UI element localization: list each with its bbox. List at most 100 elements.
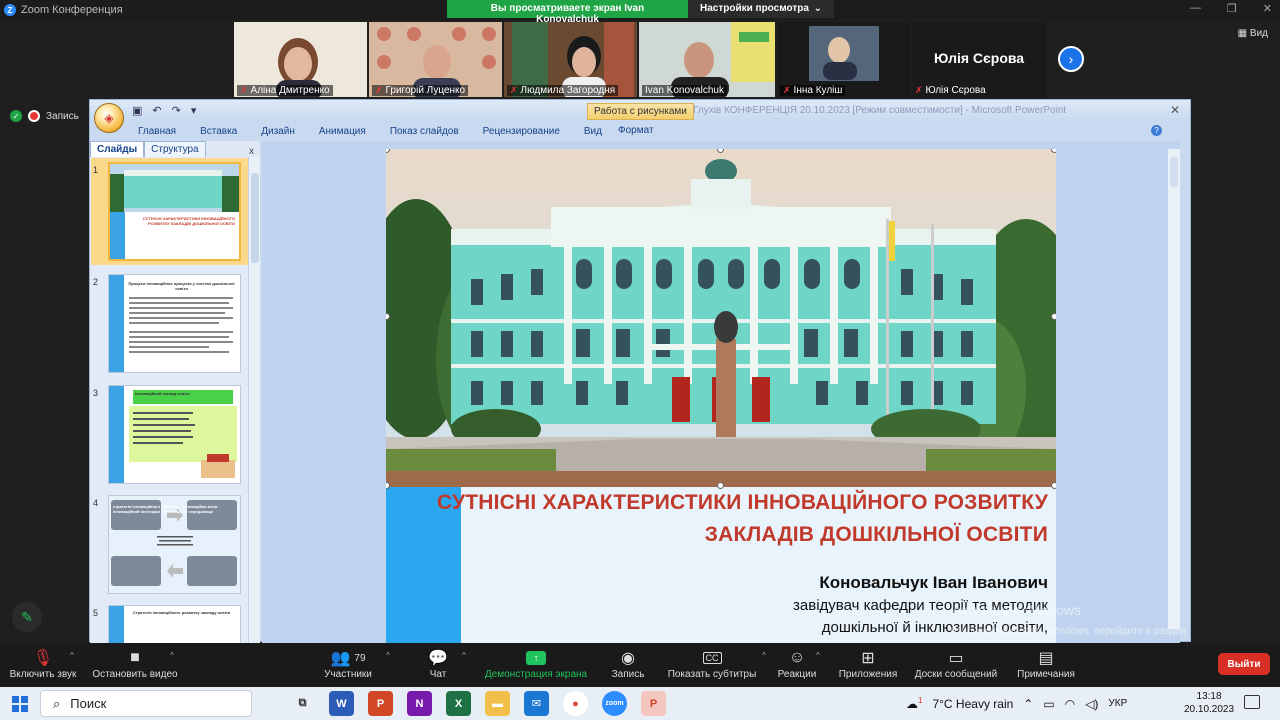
stop-video-button[interactable]: ■ Остановить видео (90, 647, 180, 680)
whiteboards-button[interactable]: ▭ Доски сообщений (910, 647, 1002, 680)
minimize-icon[interactable]: — (1190, 2, 1201, 15)
selection-handle[interactable] (1051, 149, 1056, 153)
undo-icon[interactable]: ↶ (152, 104, 161, 117)
tab-view[interactable]: Вид (584, 126, 602, 137)
participant-tile[interactable]: ✗ Аліна Дмитренко (234, 22, 367, 97)
mic-muted-icon: ✗ (783, 85, 791, 95)
participant-tile[interactable]: Юлія Сєрова ✗ Юлія Сєрова (912, 22, 1047, 97)
thumb-number: 1 (93, 165, 99, 175)
chevron-up-icon[interactable]: ^ (462, 651, 466, 660)
tab-slideshow[interactable]: Показ слайдов (390, 126, 459, 137)
scrollbar-thumb[interactable] (1170, 157, 1178, 187)
scrollbar-thumb[interactable] (251, 173, 259, 263)
battery-icon[interactable]: ▭ (1043, 697, 1054, 711)
close-icon[interactable]: ✕ (1263, 2, 1272, 15)
file-explorer-icon[interactable]: ▬ (485, 691, 510, 716)
reactions-button[interactable]: ☺ Реакции (776, 647, 818, 680)
slide-photo[interactable] (386, 149, 1056, 487)
weather-icon[interactable]: ☁1 (906, 696, 922, 711)
weather-text[interactable]: 7°C Heavy rain (932, 697, 1013, 711)
powerpoint-icon[interactable]: P (368, 691, 393, 716)
chevron-up-icon[interactable]: ^ (386, 651, 390, 660)
chevron-up-icon[interactable]: ^ (170, 651, 174, 660)
slide-thumbnail[interactable]: Інноваційний заклад освіти (108, 385, 241, 484)
tab-home[interactable]: Главная (138, 126, 176, 137)
mail-icon[interactable]: ✉ (524, 691, 549, 716)
notes-icon: ▤ (1038, 650, 1054, 667)
current-slide[interactable]: СУТНІСНІ ХАРАКТЕРИСТИКИ ІННОВАЦІЙНОГО РО… (386, 149, 1056, 649)
slide-thumbnail[interactable]: Процеси інноваційних процесів у системі … (108, 274, 241, 373)
excel-icon[interactable]: X (446, 691, 471, 716)
participant-tile[interactable]: ✗ Людмила Загородня (504, 22, 637, 97)
taskbar-clock[interactable]: 13:18 20.10.2023 (1184, 690, 1234, 716)
selection-handle[interactable] (1051, 482, 1056, 489)
share-screen-button[interactable]: ↑ Демонстрация экрана (480, 647, 592, 680)
help-icon[interactable]: ? (1151, 125, 1162, 136)
notes-button[interactable]: ▤ Примечания (1014, 647, 1078, 680)
tab-slides[interactable]: Слайды (90, 141, 145, 157)
chat-button[interactable]: 💬 Чат (420, 647, 456, 680)
slide-thumbnail[interactable]: СУТНІСНІ ХАРАКТЕРИСТИКИ ІННОВАЦІЙНОГО РО… (108, 162, 241, 261)
chevron-up-icon[interactable]: ^ (816, 651, 820, 660)
task-view-icon[interactable]: ⧉ (290, 691, 315, 716)
quick-access-toolbar: ▣ ↶ ↷ ▾ (132, 104, 196, 117)
participant-tile[interactable]: ✗ Інна Куліш (777, 22, 910, 97)
slide-thumbnail[interactable]: стратегія інноваційного розвитку · іннов… (108, 495, 241, 594)
tab-outline[interactable]: Структура (144, 141, 206, 157)
thumb-number: 5 (93, 608, 99, 618)
wifi-icon[interactable]: ◠ (1065, 697, 1075, 711)
chevron-up-icon[interactable]: ^ (70, 651, 74, 660)
maximize-icon[interactable]: ❐ (1227, 2, 1237, 15)
thumb-text: СУТНІСНІ ХАРАКТЕРИСТИКИ ІННОВАЦІЙНОГО РО… (142, 216, 235, 226)
slide-thumbnail[interactable]: Стратегія інноваційного розвитку закладу… (108, 605, 241, 643)
powerpoint-active-icon[interactable]: P (641, 691, 666, 716)
apps-button[interactable]: ⊞ Приложения (836, 647, 900, 680)
tab-design[interactable]: Дизайн (261, 126, 295, 137)
participant-tile[interactable]: ✗ Григорій Луценко (369, 22, 502, 97)
close-icon[interactable]: ✕ (1170, 103, 1180, 117)
zoom-app-icon[interactable]: zoom (602, 691, 627, 716)
participant-tile[interactable]: Ivan Konovalchuk (639, 22, 775, 97)
next-page-button[interactable]: › (1058, 46, 1084, 72)
close-pane-icon[interactable]: x (249, 146, 254, 157)
chevron-up-icon[interactable]: ⌃ (1023, 697, 1033, 711)
thumb-text: стратегія інноваційного розвитку · іннов… (113, 504, 220, 514)
save-icon[interactable]: ▣ (132, 104, 142, 117)
onenote-icon[interactable]: N (407, 691, 432, 716)
selection-handle[interactable] (717, 482, 724, 489)
office-button[interactable]: ◈ (94, 103, 124, 133)
selection-handle[interactable] (1051, 313, 1056, 320)
slide-editor: СУТНІСНІ ХАРАКТЕРИСТИКИ ІННОВАЦІЙНОГО РО… (262, 141, 1180, 649)
record-label: Запись (611, 669, 645, 680)
tab-review[interactable]: Рецензирование (483, 126, 560, 137)
show-captions-button[interactable]: CC Показать субтитры (664, 647, 760, 680)
editor-scrollbar[interactable] (1168, 149, 1180, 629)
thumb-text: Інноваційний заклад освіти (135, 391, 190, 396)
word-icon[interactable]: W (329, 691, 354, 716)
volume-icon[interactable]: ◁) (1085, 697, 1098, 711)
tab-format[interactable]: Формат (618, 125, 654, 136)
annotate-pencil-button[interactable]: ✎ (12, 602, 42, 632)
redo-icon[interactable]: ↷ (172, 104, 181, 117)
unmute-button[interactable]: 🎙 Включить звук (8, 647, 78, 680)
language-indicator[interactable]: УКР (1108, 698, 1127, 709)
windows-start-icon[interactable] (12, 696, 28, 712)
record-dot-icon (28, 110, 40, 122)
taskbar-search[interactable]: ⌕ Поиск (40, 690, 252, 717)
customize-icon[interactable]: ▾ (191, 104, 197, 117)
notifications-icon[interactable] (1244, 695, 1260, 709)
participants-button[interactable]: 👥 79 Участники (318, 647, 378, 680)
chrome-icon[interactable]: ● (563, 691, 588, 716)
view-settings-button[interactable]: Настройки просмотра ⌄ (688, 0, 834, 18)
tab-animation[interactable]: Анимация (319, 126, 366, 137)
apps-icon: ⊞ (861, 650, 875, 667)
tab-insert[interactable]: Вставка (200, 126, 237, 137)
chevron-up-icon[interactable]: ^ (762, 651, 766, 660)
thumb-strip (109, 275, 124, 372)
recording-label: Запись (46, 110, 79, 122)
thumbs-scrollbar[interactable] (248, 157, 260, 643)
view-button[interactable]: ▦ Вид (1238, 28, 1268, 39)
participant-name: ✗ Інна Куліш (780, 85, 846, 96)
record-button[interactable]: ◉ Запись (606, 647, 650, 680)
leave-button[interactable]: Выйти (1218, 653, 1270, 675)
